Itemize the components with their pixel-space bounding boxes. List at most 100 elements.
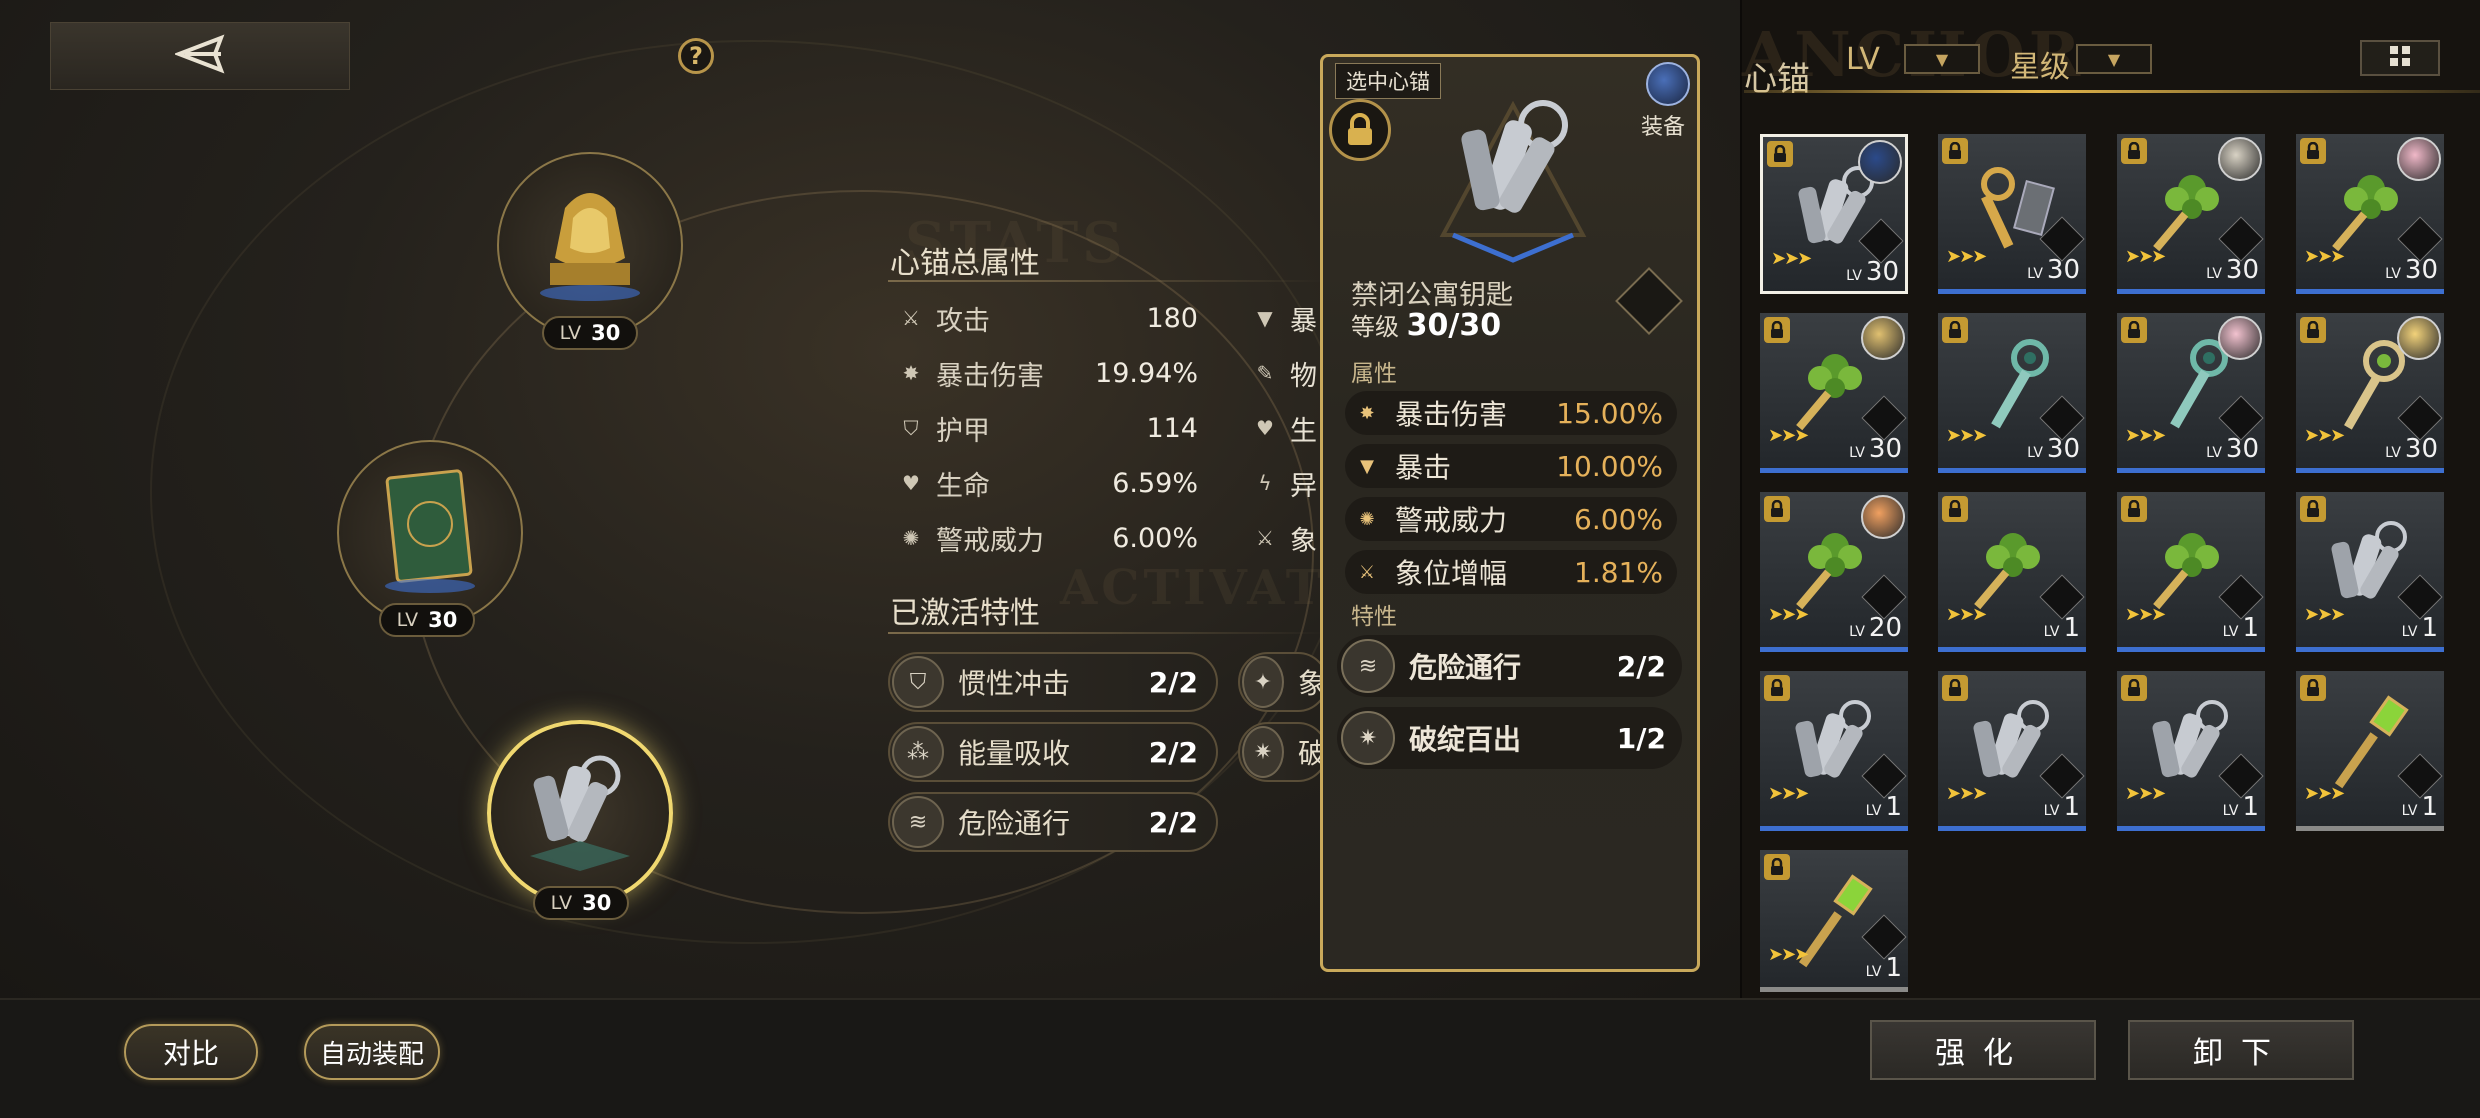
anchor-slot-3[interactable]	[487, 720, 673, 906]
anchor-card[interactable]: ➤➤➤ LV 1	[1938, 492, 2086, 652]
rarity-stars-icon: ➤➤➤	[2125, 783, 2166, 804]
anchor-card[interactable]: ➤➤➤ LV 1	[1760, 671, 1908, 831]
rarity-stars-icon: ➤➤➤	[2304, 604, 2345, 625]
physical-icon: ✎	[1256, 361, 1274, 385]
card-level: LV 1	[2401, 792, 2438, 822]
card-level: LV 20	[1849, 613, 1902, 643]
golden-lion-statue-icon	[535, 178, 645, 312]
auto-equip-button[interactable]: 自动装配	[304, 1024, 440, 1080]
heart-icon: ♥	[1256, 416, 1274, 440]
equipped-avatar	[2397, 137, 2441, 181]
burst-icon: ✷	[1242, 726, 1284, 778]
claw-slash-icon: ≋	[1341, 639, 1395, 693]
card-level: LV 30	[2385, 255, 2438, 285]
anchor-slot-1[interactable]	[497, 152, 683, 338]
selected-anchor-detail: 选中心锚 装备 禁闭公寓钥匙 等级 30/30 属性 ✸ 暴击伤害 15.00% ▼…	[1320, 54, 1700, 972]
detail-type-icon	[1615, 267, 1683, 335]
detail-attr-position-boost: ⚔ 象位增幅 1.81%	[1345, 550, 1677, 594]
equipped-avatar	[1861, 316, 1905, 360]
rarity-stars-icon: ➤➤➤	[1946, 604, 1987, 625]
back-triangle-icon	[173, 34, 225, 78]
anchor-card[interactable]: ➤➤➤ LV 1	[1938, 671, 2086, 831]
chevron-down-icon: ▼	[2107, 49, 2121, 69]
sword-icon: ⚔	[1256, 526, 1274, 550]
card-level: LV 30	[2206, 255, 2259, 285]
card-level: LV 30	[2027, 434, 2080, 464]
card-level: LV 1	[2401, 613, 2438, 643]
anchor-slot-2[interactable]	[337, 440, 523, 626]
sword-icon: ⚔	[902, 306, 920, 330]
filter-lv-dropdown[interactable]: ▼	[1904, 44, 1980, 74]
chevron-down-icon: ▼	[1935, 49, 1949, 69]
unequip-button[interactable]: 卸下	[2128, 1020, 2354, 1080]
key-bundle-icon	[520, 746, 640, 880]
anchor-card[interactable]: ➤➤➤ LV 1	[2117, 671, 2265, 831]
trait-energy-absorb[interactable]: ⁂ 能量吸收 2/2	[888, 722, 1218, 782]
stat-row-alert-power: ✺ 警戒威力 6.00%	[888, 516, 1198, 560]
rarity-stars-icon: ➤➤➤	[2125, 604, 2166, 625]
anchor-card[interactable]: ➤➤➤ LV 1	[2296, 492, 2444, 652]
rarity-stars-icon: ➤➤➤	[2125, 246, 2166, 267]
trait-col2-2[interactable]: ✷ 破	[1238, 722, 1328, 782]
equipped-character-avatar[interactable]	[1646, 62, 1690, 106]
anchor-card[interactable]: ➤➤➤ LV 1	[2117, 492, 2265, 652]
card-level: LV 1	[2222, 792, 2259, 822]
anchor-card[interactable]: ➤➤➤ LV 30	[1760, 313, 1908, 473]
back-button[interactable]	[50, 22, 350, 90]
anchor-card[interactable]: ➤➤➤ LV 30	[1938, 134, 2086, 294]
grid-view-button[interactable]	[2360, 40, 2440, 76]
stat-row-crit-damage: ✸ 暴击伤害 19.94%	[888, 351, 1198, 395]
card-level: LV 1	[1865, 953, 1902, 983]
lock-toggle-icon[interactable]	[1329, 99, 1391, 161]
compare-button[interactable]: 对比	[124, 1024, 258, 1080]
detail-trait-flaw[interactable]: ✷ 破绽百出 1/2	[1337, 707, 1682, 769]
anchor-card[interactable]: ➤➤➤ LV 30	[2296, 313, 2444, 473]
green-book-icon	[380, 466, 480, 600]
stat-row-armor: ⛉ 护甲 114	[888, 406, 1199, 450]
detail-attr-crit: ▼ 暴击 10.00%	[1345, 444, 1677, 488]
filter-star-dropdown[interactable]: ▼	[2076, 44, 2152, 74]
filter-star-label: 星级	[2010, 50, 2070, 85]
alert-icon: ✺	[902, 526, 920, 550]
detail-attr-alert-power: ✺ 警戒威力 6.00%	[1345, 497, 1677, 541]
heart-icon: ♥	[902, 471, 920, 495]
equipped-avatar	[2397, 316, 2441, 360]
burst-icon: ✷	[1341, 711, 1395, 765]
rarity-stars-icon: ➤➤➤	[2304, 783, 2345, 804]
anchor-card[interactable]: ➤➤➤ LV 30	[2296, 134, 2444, 294]
anchor-card[interactable]: ➤➤➤ LV 30	[1938, 313, 2086, 473]
sparkle-arrow-icon: ✦	[1242, 656, 1284, 708]
triple-orb-icon: ⁂	[892, 726, 944, 778]
shield-icon: ⛉	[903, 416, 919, 440]
rarity-stars-icon: ➤➤➤	[1946, 425, 1987, 446]
anchor-card[interactable]: ➤➤➤ LV 30	[1760, 134, 1908, 294]
anchor-card[interactable]: ➤➤➤ LV 1	[2296, 671, 2444, 831]
stat-col2-crit: ▼ 暴	[1252, 296, 1317, 340]
rarity-stars-icon: ➤➤➤	[1768, 604, 1809, 625]
detail-trait-danger-pass[interactable]: ≋ 危险通行 2/2	[1337, 635, 1682, 697]
anchor-card[interactable]: ➤➤➤ LV 30	[2117, 313, 2265, 473]
anchor-card[interactable]: ➤➤➤ LV 30	[2117, 134, 2265, 294]
anchor-card[interactable]: ➤➤➤ LV 1	[1760, 850, 1908, 992]
crit-icon: ▼	[1257, 306, 1273, 330]
equipped-avatar	[1858, 140, 1902, 184]
filter-lv-label: LV	[1846, 42, 1880, 77]
stat-col2-anomaly: ϟ异	[1252, 461, 1317, 505]
stat-row-attack: ⚔ 攻击 180	[888, 296, 1198, 340]
enhance-button[interactable]: 强化	[1870, 1020, 2096, 1080]
anchor-card[interactable]: ➤➤➤ LV 20	[1760, 492, 1908, 652]
card-level: LV 1	[2222, 613, 2259, 643]
stat-col2-hp: ♥ 生	[1252, 406, 1317, 450]
sword-up-icon: ⚔	[1358, 561, 1376, 583]
trait-danger-pass[interactable]: ≋ 危险通行 2/2	[888, 792, 1218, 852]
detail-trait-section: 特性	[1351, 604, 1397, 630]
traits-divider	[888, 632, 1328, 634]
trait-inertia-impact[interactable]: ⛉ 惯性冲击 2/2	[888, 652, 1218, 712]
trait-col2-1[interactable]: ✦ 象	[1238, 652, 1328, 712]
slot-2-level: LV 30	[379, 603, 475, 637]
rarity-stars-icon: ➤➤➤	[1768, 425, 1809, 446]
shield-strike-icon: ⛉	[892, 656, 944, 708]
rarity-stars-icon: ➤➤➤	[2125, 425, 2166, 446]
stat-col2-position: ⚔ 象	[1252, 516, 1317, 560]
detail-attr-crit-damage: ✸ 暴击伤害 15.00%	[1345, 391, 1677, 435]
